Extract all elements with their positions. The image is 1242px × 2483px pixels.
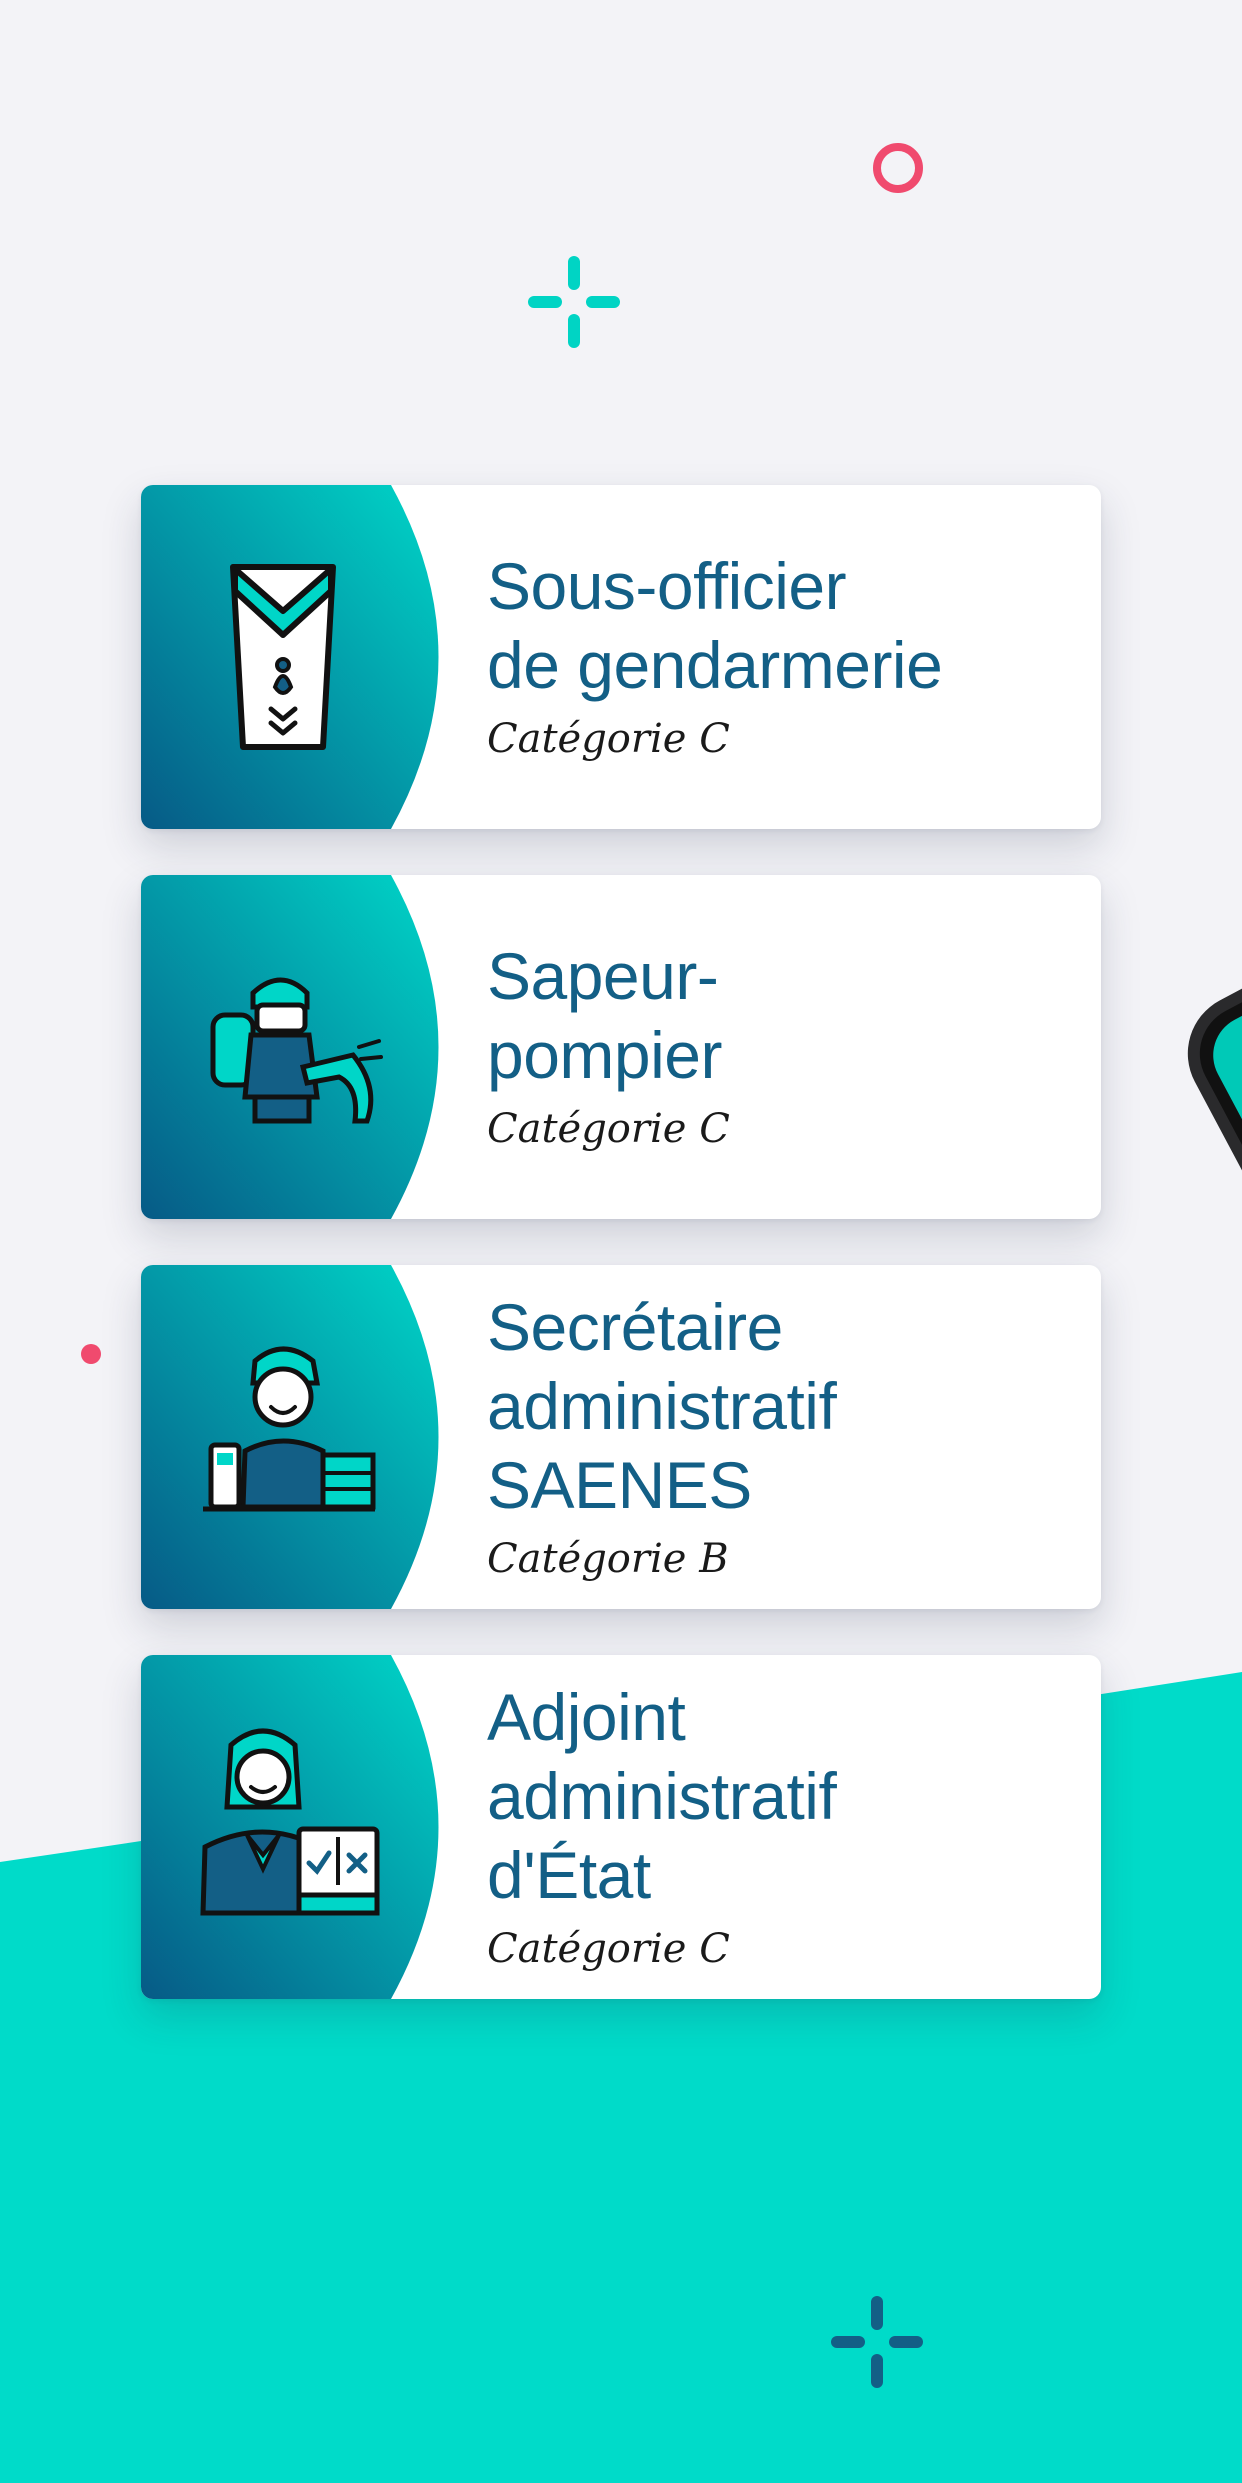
career-card-list: Sous-officier de gendarmerie Catégorie C xyxy=(141,485,1101,2045)
administrative-assistant-icon xyxy=(200,1728,380,1916)
card-illustration-panel xyxy=(141,1265,461,1609)
career-card-secretary[interactable]: Secrétaire administratif SAENES Catégori… xyxy=(141,1265,1101,1609)
card-title: Secrétaire administratif SAENES xyxy=(487,1289,837,1522)
card-illustration-panel xyxy=(141,485,461,829)
card-title: Sous-officier de gendarmerie xyxy=(487,549,943,702)
career-card-administrative-assistant[interactable]: Adjoint administratif d'État Catégorie C xyxy=(141,1655,1101,1999)
card-category: Catégorie B xyxy=(487,1535,729,1582)
card-category: Catégorie C xyxy=(487,716,730,762)
card-category: Catégorie C xyxy=(487,1925,730,1972)
career-card-firefighter[interactable]: Sapeur- pompier Catégorie C xyxy=(141,875,1101,1219)
navy-plus-decoration xyxy=(831,2296,923,2388)
card-category: Catégorie C xyxy=(487,1106,730,1152)
card-title: Sapeur- pompier xyxy=(487,939,722,1092)
card-illustration-panel xyxy=(141,875,461,1219)
gendarmerie-insignia-icon xyxy=(230,564,336,750)
card-illustration-panel xyxy=(141,1655,461,1999)
card-title: Adjoint administratif d'État xyxy=(487,1679,837,1912)
pink-dot-decoration xyxy=(81,1344,101,1364)
teal-plus-decoration xyxy=(528,256,620,348)
career-card-gendarmerie[interactable]: Sous-officier de gendarmerie Catégorie C xyxy=(141,485,1101,829)
secretary-icon xyxy=(203,1346,376,1512)
firefighter-icon xyxy=(210,977,383,1124)
phone-mockup xyxy=(1187,960,1242,1380)
pink-ring-decoration xyxy=(873,143,923,193)
